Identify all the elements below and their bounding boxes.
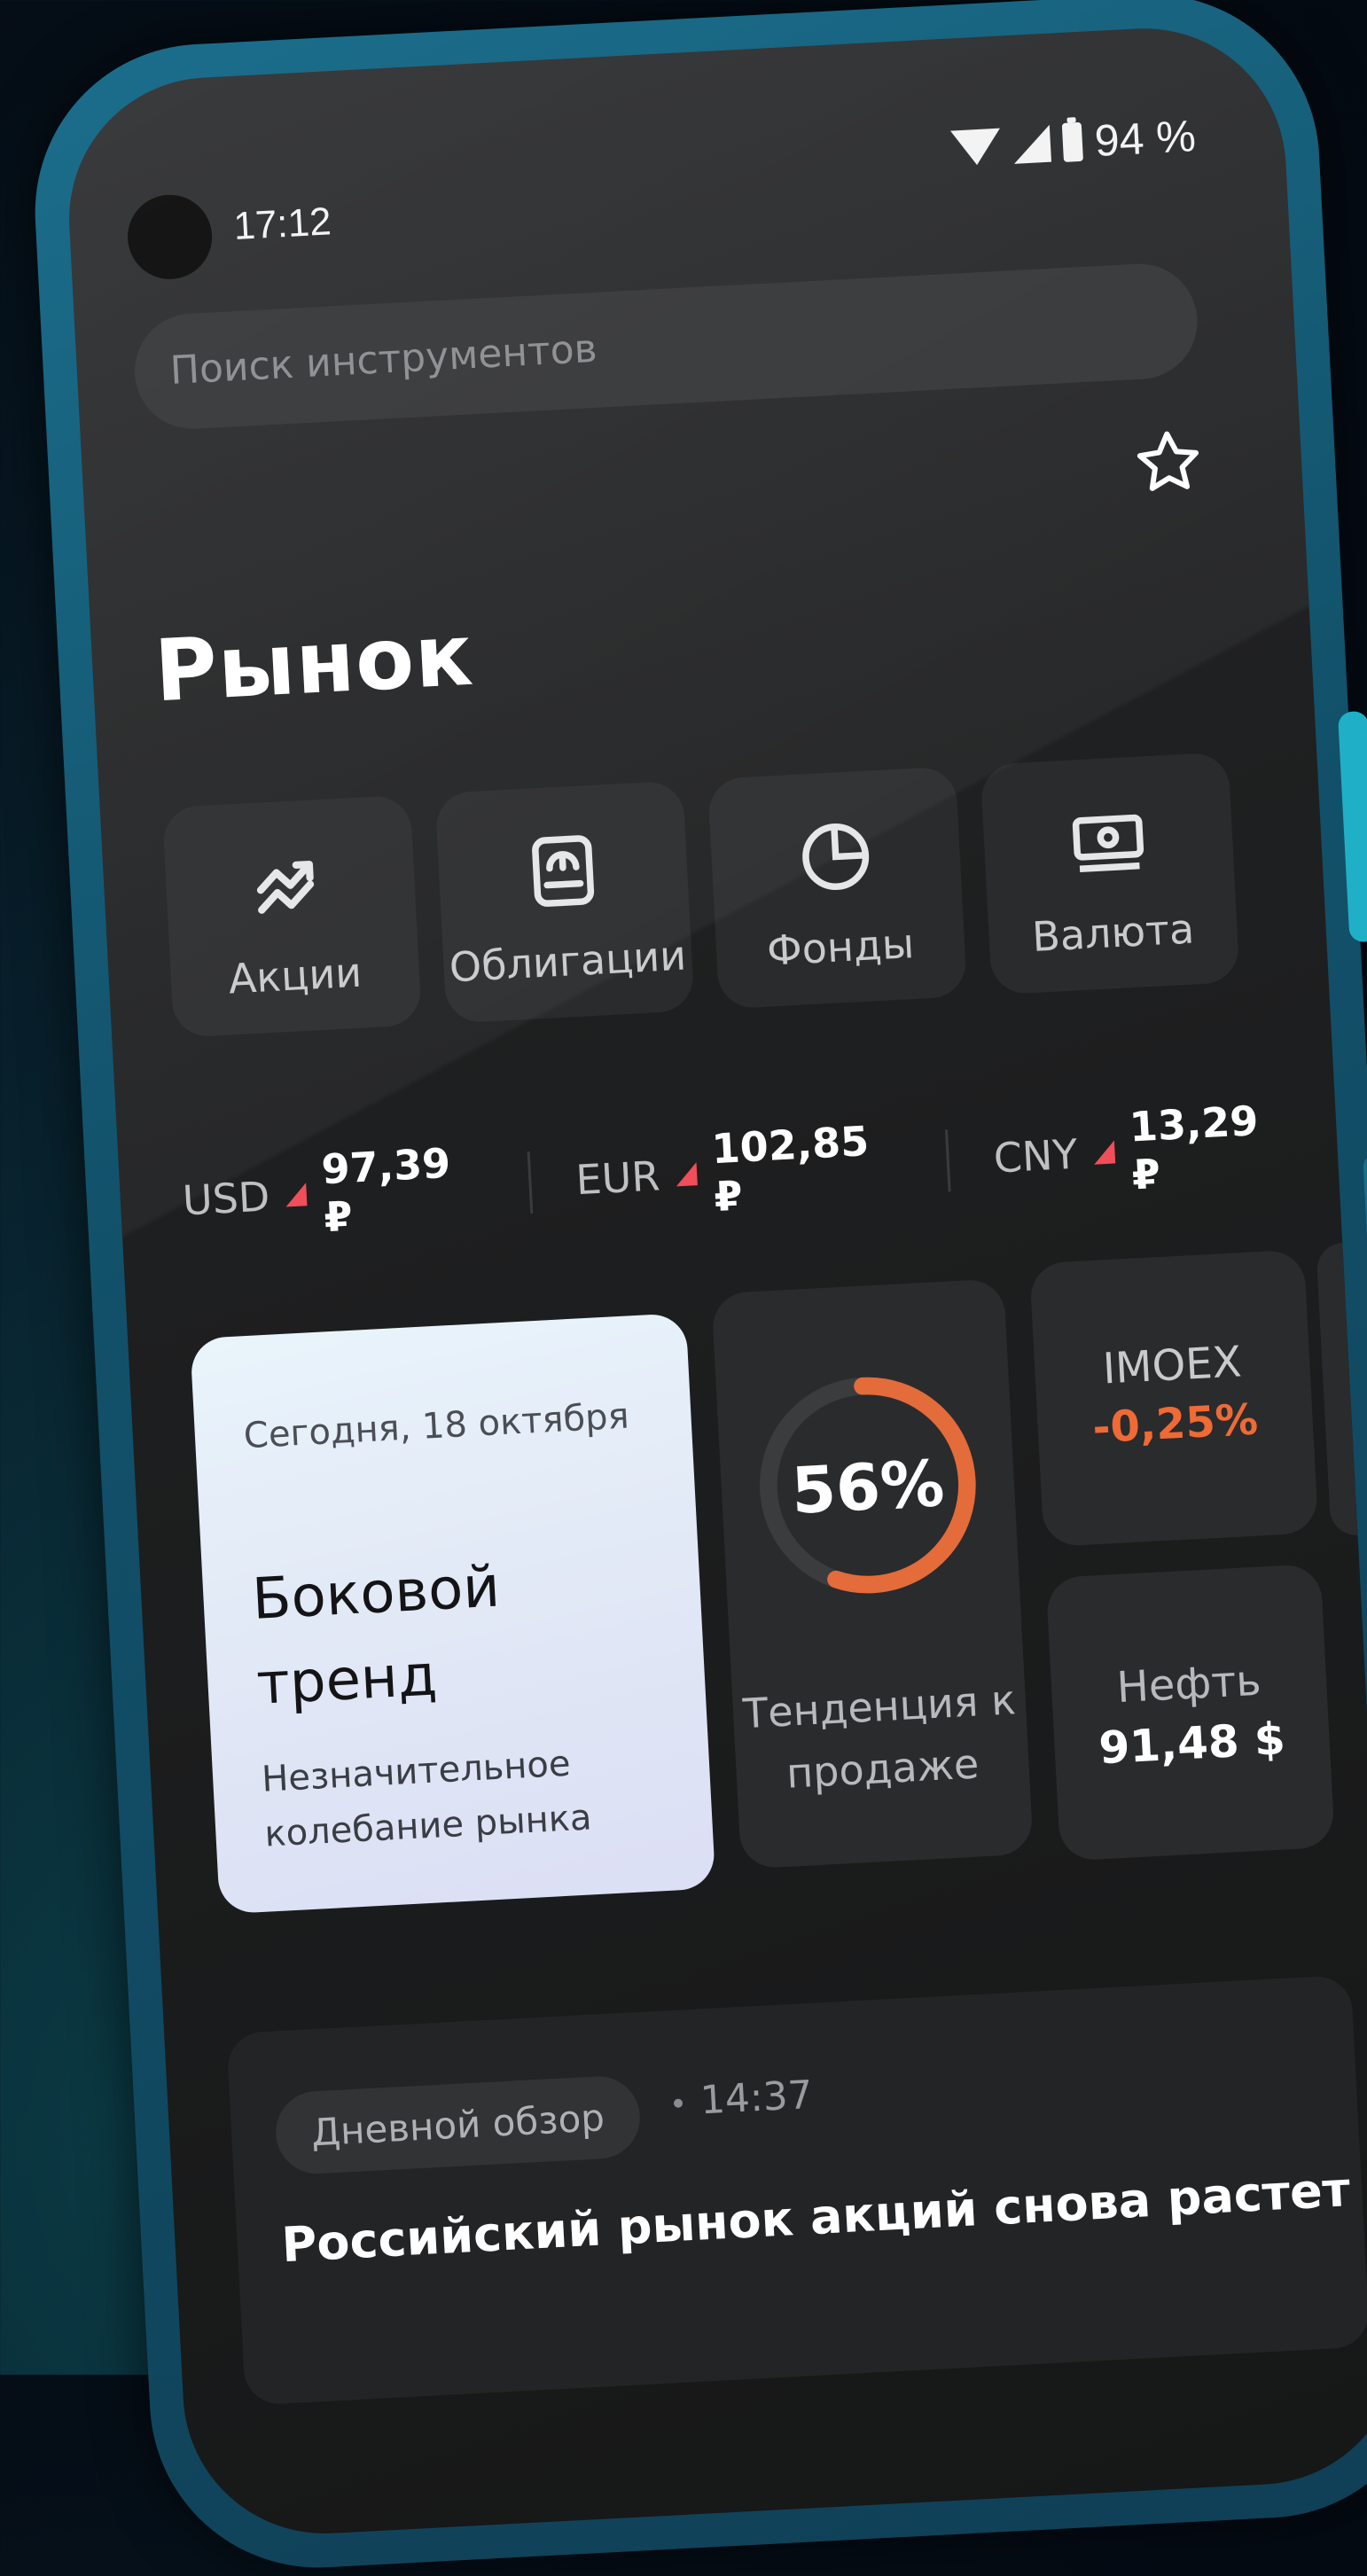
rate-code: EUR xyxy=(574,1151,661,1205)
commodity-name: Нефть xyxy=(1115,1655,1262,1713)
rate-value: 13,29 ₽ xyxy=(1128,1096,1260,1199)
trend-label: Тенденция к продаже xyxy=(741,1675,1018,1798)
down-triangle-icon xyxy=(675,1162,698,1187)
side-button xyxy=(1337,710,1367,943)
phone-frame: 17:12 94 % Поиск инструментов Рынок Акци… xyxy=(27,0,1367,2576)
next-card-peek[interactable] xyxy=(1316,1243,1358,1537)
favorites-star-icon[interactable] xyxy=(1131,425,1206,499)
index-name: IMOEX xyxy=(1101,1337,1243,1394)
currency-rates: USD 97,39 ₽ EUR 102,85 ₽ CNY 13,29 ₽ xyxy=(180,1092,1340,1248)
category-funds[interactable]: Фонды xyxy=(707,766,968,1010)
category-currency[interactable]: Валюта xyxy=(980,752,1240,995)
rate-eur[interactable]: EUR 102,85 ₽ xyxy=(574,1112,949,1228)
down-triangle-icon xyxy=(285,1183,308,1207)
news-time: 14:37 xyxy=(699,2072,814,2124)
category-bonds[interactable]: Облигации xyxy=(434,780,695,1024)
trend-chart-icon xyxy=(256,860,315,914)
battery-percent: 94 % xyxy=(1093,111,1198,167)
separator-dot xyxy=(673,2098,684,2108)
card-date: Сегодня, 18 октября xyxy=(242,1395,630,1457)
pie-chart-icon xyxy=(802,823,870,890)
rate-code: USD xyxy=(181,1172,271,1225)
trend-card[interactable]: 56% Тенденция к продаже xyxy=(711,1278,1034,1870)
card-headline: Боковой тренд xyxy=(250,1554,502,1718)
market-day-card[interactable]: Сегодня, 18 октября Боковой тренд Незнач… xyxy=(190,1313,716,1915)
bond-document-icon xyxy=(532,835,595,907)
category-label: Облигации xyxy=(448,931,688,992)
search-placeholder: Поиск инструментов xyxy=(168,325,598,394)
imoex-card[interactable]: IMOEX -0,25% xyxy=(1029,1249,1319,1548)
rate-cny[interactable]: CNY 13,29 ₽ xyxy=(991,1092,1340,1206)
category-row: Акции Облигации Фонды Валюта xyxy=(161,752,1240,1038)
trend-percent: 56% xyxy=(789,1446,947,1529)
category-stocks[interactable]: Акции xyxy=(161,794,422,1038)
banknote-icon xyxy=(1072,814,1144,872)
battery-icon xyxy=(1061,121,1084,162)
camera-cutout xyxy=(125,192,215,282)
rate-value: 97,39 ₽ xyxy=(320,1138,452,1242)
category-label: Валюта xyxy=(1030,904,1196,961)
news-tag: Дневной обзор xyxy=(273,2074,643,2176)
down-triangle-icon xyxy=(1092,1140,1116,1165)
rate-value: 102,85 ₽ xyxy=(710,1116,871,1222)
phone-screen: 17:12 94 % Поиск инструментов Рынок Акци… xyxy=(61,21,1367,2541)
oil-card[interactable]: Нефть 91,48 $ xyxy=(1045,1563,1335,1862)
category-label: Акции xyxy=(227,948,363,1003)
category-label: Фонды xyxy=(765,919,916,975)
status-time: 17:12 xyxy=(232,199,332,249)
index-change: -0,25% xyxy=(1091,1394,1260,1454)
news-card[interactable]: Дневной обзор 14:37 Российский рынок акц… xyxy=(226,1974,1367,2406)
page-title: Рынок xyxy=(152,605,476,722)
signal-icon xyxy=(1012,124,1052,164)
commodity-price: 91,48 $ xyxy=(1098,1713,1287,1775)
side-button xyxy=(1363,1153,1367,1616)
search-input[interactable]: Поиск инструментов xyxy=(131,261,1200,433)
status-icons: 94 % xyxy=(950,110,1198,174)
card-subtitle: Незначительное колебание рынка xyxy=(261,1743,593,1855)
wifi-icon xyxy=(950,128,1003,167)
news-headline: Российский рынок акций снова растет xyxy=(280,2161,1352,2274)
rate-usd[interactable]: USD 97,39 ₽ xyxy=(180,1135,532,1248)
rate-code: CNY xyxy=(992,1129,1079,1183)
